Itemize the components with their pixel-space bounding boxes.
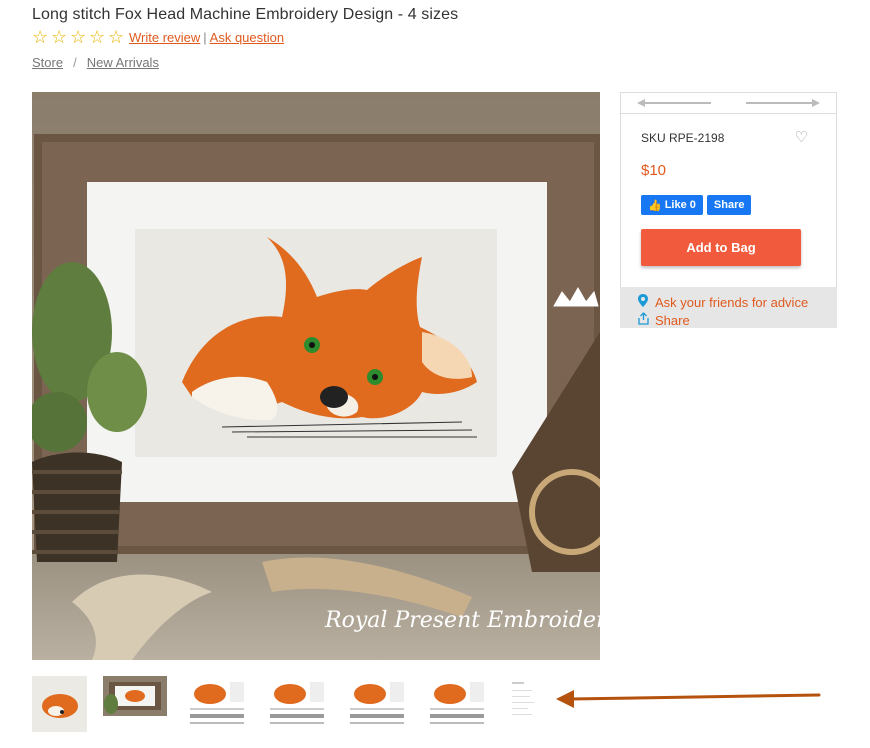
star-outline-icon[interactable]: ☆: [70, 28, 88, 46]
breadcrumb-separator: /: [73, 55, 77, 70]
heart-icon[interactable]: ♡: [795, 128, 808, 146]
arrow-right-icon[interactable]: [746, 99, 820, 107]
product-card: SKU RPE-2198 ♡ $10 👍 Like 0 Share Add to…: [620, 114, 837, 287]
rating-row: ☆ ☆ ☆ ☆ ☆ Write review | Ask question: [32, 28, 284, 46]
purchase-panel: SKU RPE-2198 ♡ $10 👍 Like 0 Share Add to…: [620, 92, 837, 328]
ask-question-link[interactable]: Ask question: [210, 30, 284, 45]
watermark-text: Royal Present Embroidery: [324, 608, 600, 633]
rating-stars[interactable]: ☆ ☆ ☆ ☆ ☆: [32, 28, 126, 46]
share-label: Share: [655, 312, 690, 328]
main-product-image[interactable]: Royal Present Embroidery: [32, 92, 600, 660]
facebook-like-button[interactable]: 👍 Like 0: [641, 195, 703, 215]
annotation-arrow-icon: [556, 690, 821, 708]
social-buttons: 👍 Like 0 Share: [641, 195, 752, 215]
map-pin-icon: [636, 294, 650, 310]
ask-friends-label: Ask your friends for advice: [655, 294, 809, 310]
breadcrumb-store[interactable]: Store: [32, 55, 63, 70]
product-title: Long stitch Fox Head Machine Embroidery …: [32, 6, 459, 23]
star-outline-icon[interactable]: ☆: [108, 28, 126, 46]
thumbnail-7[interactable]: [506, 676, 540, 732]
thumbnail-6[interactable]: [426, 676, 488, 732]
add-to-bag-button[interactable]: Add to Bag: [641, 229, 801, 266]
breadcrumb: Store / New Arrivals: [32, 55, 159, 70]
panel-nav: [620, 92, 837, 114]
price: $10: [641, 162, 667, 179]
star-outline-icon[interactable]: ☆: [51, 28, 69, 46]
thumbnail-2[interactable]: [103, 676, 167, 716]
star-outline-icon[interactable]: ☆: [89, 28, 107, 46]
share-link[interactable]: Share: [636, 311, 837, 329]
thumbnail-3[interactable]: [186, 676, 248, 732]
thumbs-up-icon: 👍: [648, 199, 662, 212]
fb-like-label: Like 0: [664, 199, 696, 211]
panel-actions: Ask your friends for advice Share: [620, 287, 837, 328]
thumbnail-4[interactable]: [266, 676, 328, 732]
star-outline-icon[interactable]: ☆: [32, 28, 50, 46]
share-icon: [636, 312, 650, 328]
write-review-link[interactable]: Write review: [129, 30, 200, 45]
separator: |: [203, 29, 207, 45]
arrow-left-icon[interactable]: [637, 99, 711, 107]
breadcrumb-new-arrivals[interactable]: New Arrivals: [87, 55, 159, 70]
ask-friends-link[interactable]: Ask your friends for advice: [636, 293, 837, 311]
sku-label: SKU RPE-2198: [641, 131, 725, 145]
thumbnail-5[interactable]: [346, 676, 408, 732]
facebook-share-button[interactable]: Share: [706, 195, 752, 215]
thumbnail-1[interactable]: [32, 676, 87, 732]
